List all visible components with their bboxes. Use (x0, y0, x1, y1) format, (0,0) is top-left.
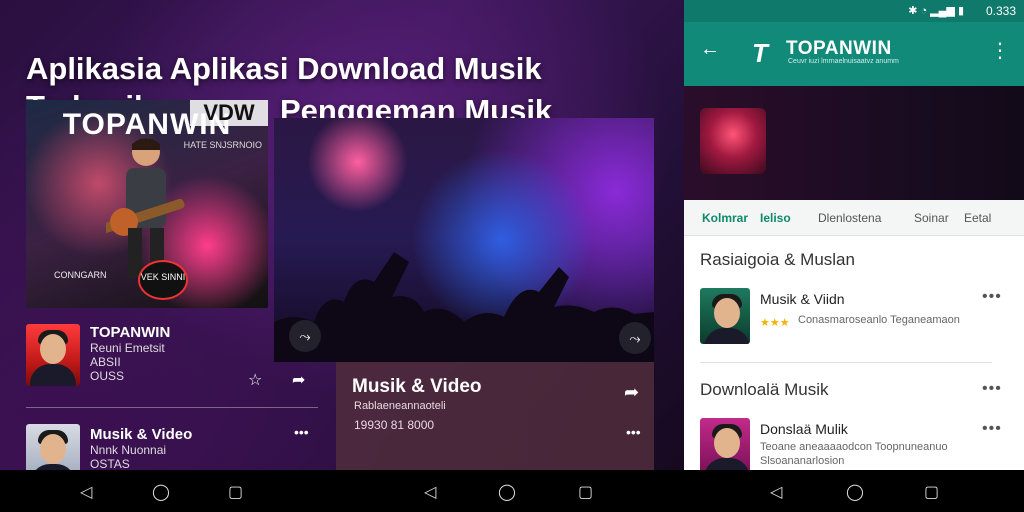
list-item-2[interactable]: Musik & Video Nnnk Nuonnai OSTAS (90, 426, 192, 470)
arrow-left-icon[interactable]: ← (700, 38, 720, 61)
section-divider (700, 362, 992, 363)
status-time: 0.333 (985, 4, 1016, 18)
list-item-meta: OUSS (90, 369, 125, 383)
app-title: TOPANWIN (786, 38, 892, 59)
list-item-meta: ABSII (90, 355, 121, 369)
item-thumb-2[interactable] (700, 418, 750, 474)
nav-home-icon[interactable]: ◯ (846, 482, 864, 502)
card-count: 19930 81 8000 (354, 418, 435, 432)
item-meta-2b: Slsoananarlosion (760, 455, 845, 467)
nav-home-icon[interactable]: ◯ (498, 482, 516, 502)
hero-banner (684, 86, 1024, 200)
rating-stars: ★★★ (760, 317, 790, 329)
more-horiz-icon[interactable]: ••• (294, 424, 309, 440)
favorite-icon[interactable]: ☆ (248, 370, 262, 390)
avatar-face (714, 428, 740, 458)
list-item-meta: OSTAS (90, 457, 130, 470)
more-horiz-icon[interactable]: ••• (982, 420, 1002, 438)
more-vert-icon[interactable]: ⋮ (990, 38, 1010, 63)
avatar-shirt (30, 364, 76, 386)
more-horiz-icon[interactable]: ••• (982, 288, 1002, 306)
album-subtitle: HATE SNJSRNOIO (183, 140, 262, 150)
item-meta-2a: Teoane aneaaaaodcon Toopnuneanuo (760, 441, 948, 453)
avatar-face (714, 298, 740, 328)
item-title-2[interactable]: Donslaä Mulik (760, 421, 848, 437)
play-button-left[interactable]: ⤳ (289, 320, 321, 352)
avatar-face (40, 334, 66, 364)
list-item-meta: Nnnk Nuonnai (90, 443, 167, 457)
promo-canvas: Aplikasia Aplikasi Download Musik Terbaa… (0, 0, 684, 470)
concert-info-card[interactable]: Musik & Video Rablaeneannaoteli 19930 81… (336, 362, 654, 470)
tab-ieliso[interactable]: Ieliso (760, 211, 791, 225)
tab-bar: Kolmrar Ieliso Dlenlostena Soinar Eetal (684, 200, 1024, 236)
status-bar: ✱ ◔ ▂▄▆ ▮ 0.333 (684, 0, 1024, 22)
play-icon: ⤳ (629, 330, 641, 346)
share-icon[interactable]: ➦ (624, 382, 639, 403)
tab-soinar[interactable]: Soinar (914, 211, 949, 225)
concert-photo[interactable] (274, 118, 654, 362)
card-title: Musik & Video (352, 376, 482, 397)
play-icon: ⤳ (299, 328, 311, 344)
list-item-title: TOPANWIN (90, 324, 171, 341)
tab-eetal[interactable]: Eetal (964, 211, 991, 225)
avatar-face (40, 434, 66, 464)
nav-recent-icon[interactable]: ▢ (228, 482, 243, 502)
section-title-2: Downloalä Musik (700, 380, 829, 399)
album-badge: VEK SINNI (138, 260, 188, 300)
crowd-silhouette (274, 252, 654, 362)
avatar-thumb-2[interactable] (26, 424, 80, 470)
item-title-1[interactable]: Musik & Viidn (760, 291, 845, 307)
app-bar: ← T TOPANWIN Ceuvr iuzi lmrnaelnuisaatvz… (684, 22, 1024, 86)
avatar-shirt (704, 328, 750, 344)
more-horiz-icon[interactable]: ••• (982, 380, 1002, 398)
list-item-1[interactable]: TOPANWIN Reuni Emetsit ABSII OUSS (90, 324, 170, 383)
card-subtitle: Rablaeneannaoteli (354, 400, 446, 412)
item-thumb-1[interactable] (700, 288, 750, 344)
nav-back-icon[interactable]: ◁ (80, 482, 92, 502)
app-logo-icon: T (752, 38, 768, 68)
album-cover[interactable]: TOPANWIN HATE SNJSRNOIO CONNGARN VEK SIN… (26, 100, 268, 308)
app-subtitle: Ceuvr iuzi lmrnaelnuisaatvz anumm (788, 58, 899, 65)
more-horiz-icon[interactable]: ••• (626, 424, 641, 440)
item-meta-1: Conasmaroseanlo Teganeamaon (798, 314, 960, 326)
status-icons: ✱ ◔ ▂▄▆ ▮ (908, 5, 964, 17)
album-caption: CONNGARN (54, 270, 107, 280)
nav-recent-icon[interactable]: ▢ (924, 482, 939, 502)
hero-thumbnail[interactable] (700, 108, 766, 174)
share-icon[interactable]: ➦ (292, 370, 305, 390)
nav-home-icon[interactable]: ◯ (152, 482, 170, 502)
list-divider (26, 407, 318, 408)
section-title-1: Rasiaigoia & Muslan (700, 250, 855, 269)
album-overlay-tag: VDW (190, 100, 268, 126)
app-screen: ✱ ◔ ▂▄▆ ▮ 0.333 ← T TOPANWIN Ceuvr iuzi … (684, 0, 1024, 474)
tab-dlenlostena[interactable]: Dlenlostena (818, 211, 881, 225)
nav-back-icon[interactable]: ◁ (770, 482, 782, 502)
avatar-thumb-1[interactable] (26, 324, 80, 386)
nav-back-icon[interactable]: ◁ (424, 482, 436, 502)
android-nav-bar: ◁ ◯ ▢ ◁ ◯ ▢ ◁ ◯ ▢ (0, 470, 1024, 512)
tab-kolmrar[interactable]: Kolmrar (702, 211, 748, 225)
guitarist-illustration (106, 138, 185, 278)
list-item-meta: Reuni Emetsit (90, 341, 165, 355)
play-button-right[interactable]: ⤳ (619, 322, 651, 354)
list-item-title: Musik & Video (90, 426, 193, 443)
nav-recent-icon[interactable]: ▢ (578, 482, 593, 502)
